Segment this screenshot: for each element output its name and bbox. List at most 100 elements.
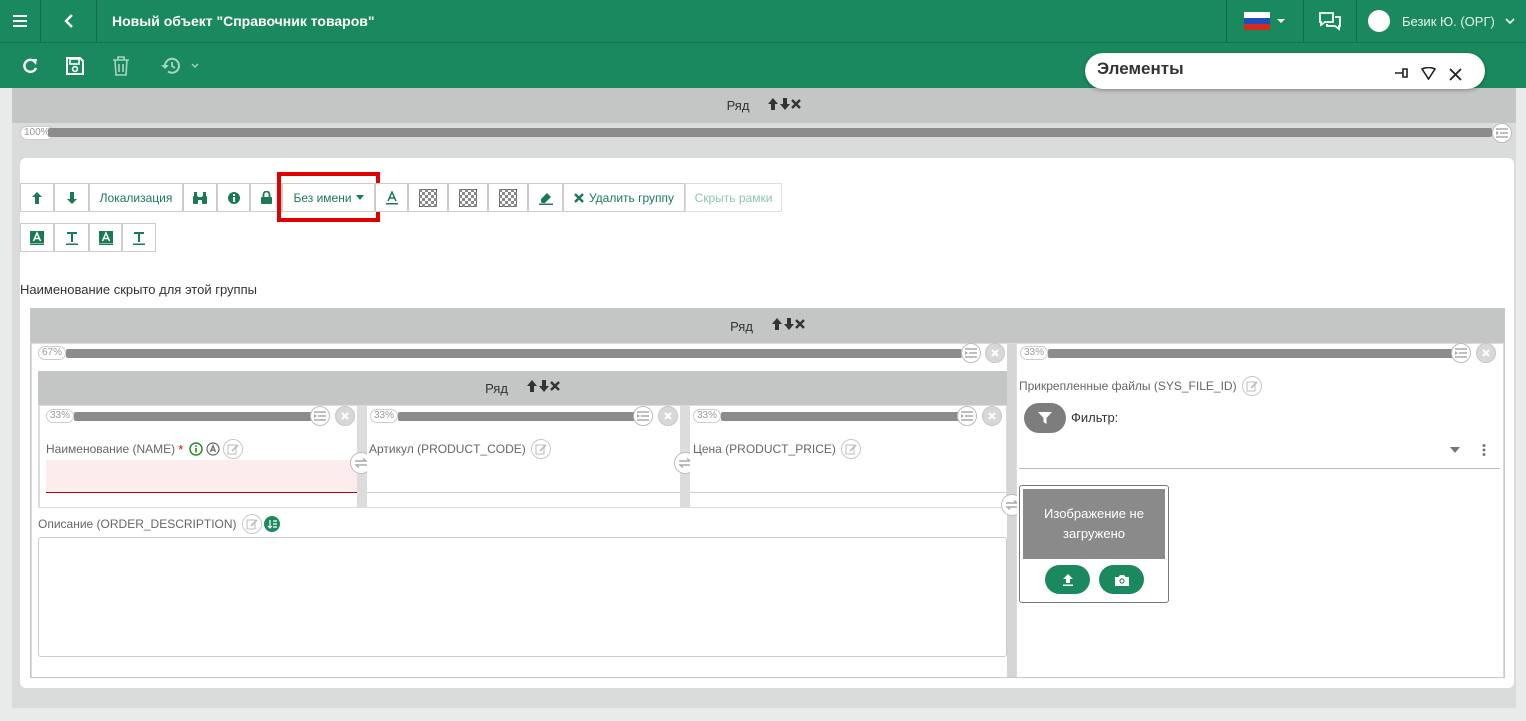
shield-button[interactable] [1421,67,1436,80]
info-button[interactable] [217,183,250,212]
files-dropdown-toggle[interactable] [1450,447,1460,453]
arrow-down-icon[interactable] [779,97,791,111]
edit-field-button[interactable] [1241,376,1262,396]
delete-group-button[interactable]: Удалить группу [563,183,685,212]
filter-button[interactable] [1024,403,1066,433]
column-resize-bar[interactable] [66,349,962,358]
move-down-button[interactable] [54,183,89,212]
column-settings-button[interactable] [957,406,977,426]
upload-icon [1062,573,1073,586]
close-icon[interactable] [550,379,560,393]
column-resize-bar[interactable] [48,128,1492,137]
column-resize-bar[interactable] [74,412,312,421]
edit-field-button[interactable] [223,439,244,459]
language-selector[interactable] [1227,0,1303,42]
dock-panel-button[interactable] [1394,66,1410,80]
column-resize-bar[interactable] [1048,349,1456,358]
chevron-down-icon [191,63,199,68]
move-row-controls[interactable] [767,97,802,115]
column-width-badge[interactable]: 33% [46,409,75,423]
files-more-button[interactable] [1482,444,1486,456]
arrow-up-icon [32,191,42,204]
name-input[interactable] [46,460,357,493]
background-pattern-button-3[interactable] [488,183,528,212]
chevron-down-icon [1505,17,1515,24]
history-button[interactable] [158,55,202,77]
hide-frames-button[interactable]: Скрыть рамки [685,183,782,212]
column-resize-bar[interactable] [721,412,961,421]
remove-column-button[interactable] [658,406,678,426]
remove-column-button[interactable] [335,406,355,426]
history-icon [161,57,180,74]
close-icon[interactable] [795,317,805,331]
label-bg-color-button[interactable] [20,223,54,252]
menu-button[interactable] [0,0,40,42]
arrow-down-icon [66,191,77,204]
column-width-badge[interactable]: 33% [693,409,722,423]
font-color-button[interactable] [375,183,408,212]
upload-image-button[interactable] [1045,565,1090,594]
eraser-icon [538,192,553,205]
arrow-up-icon[interactable] [526,379,538,393]
arrow-down-icon[interactable] [538,379,550,393]
list-icon [965,348,977,358]
edit-field-button[interactable] [840,439,861,459]
column-settings-button[interactable] [1492,123,1512,143]
background-pattern-button-1[interactable] [408,183,448,212]
user-menu[interactable]: Безик Ю. (ОРГ) [1368,0,1526,42]
column-width-badge[interactable]: 33% [1020,346,1049,360]
refresh-button[interactable] [18,55,42,77]
value-text-style-button[interactable] [122,223,156,252]
info-icon[interactable] [189,442,203,456]
close-panel-button[interactable] [1449,68,1462,81]
value-bg-color-button[interactable] [89,223,122,252]
column-settings-button[interactable] [1451,343,1471,363]
save-button[interactable] [63,55,87,77]
arrow-up-icon[interactable] [767,97,779,111]
column-settings-button[interactable] [961,343,981,363]
edit-field-button[interactable] [530,439,551,459]
hamburger-icon [13,15,27,27]
column-resize-bar[interactable] [398,412,636,421]
more-vertical-icon [1482,444,1486,456]
background-pattern-button-2[interactable] [448,183,488,212]
column-settings-button[interactable] [633,406,653,426]
column-width-badge[interactable]: 67% [38,346,67,360]
price-input[interactable] [690,492,1006,493]
localization-button[interactable]: Локализация [89,183,183,212]
move-row-controls[interactable] [771,317,805,335]
remove-column-button[interactable] [1476,343,1496,363]
text-format-button[interactable] [263,516,280,532]
auto-icon[interactable] [206,442,220,456]
list-icon [314,411,326,421]
back-button[interactable] [41,0,96,42]
delete-button[interactable] [109,55,133,77]
move-up-button[interactable] [20,183,54,212]
article-field-label: Артикул (PRODUCT_CODE) [369,442,526,456]
description-textarea[interactable] [38,537,1007,657]
text-background-icon [98,230,113,245]
remove-column-button[interactable] [982,406,1002,426]
column-settings-button[interactable] [310,406,330,426]
camera-icon [1114,574,1129,586]
binoculars-button[interactable] [183,183,217,212]
column-width-badge[interactable]: 33% [370,409,399,423]
move-row-controls[interactable] [526,379,560,397]
article-input[interactable] [367,492,680,493]
label-text-style-button[interactable] [54,223,89,252]
close-icon[interactable] [791,97,802,111]
arrow-up-icon[interactable] [771,317,783,331]
edit-icon [227,444,239,455]
edit-field-button[interactable] [241,514,262,534]
remove-column-button[interactable] [985,343,1005,363]
caret-down-icon [1450,447,1460,453]
take-photo-button[interactable] [1099,565,1144,594]
chevron-left-icon [63,14,73,28]
close-icon [341,412,349,420]
arrow-down-icon[interactable] [783,317,795,331]
chat-icon [1319,12,1341,31]
chat-button[interactable] [1304,0,1356,42]
article-field-label-row: Артикул (PRODUCT_CODE) [369,439,551,459]
close-icon [574,192,584,203]
eraser-button[interactable] [528,183,563,212]
